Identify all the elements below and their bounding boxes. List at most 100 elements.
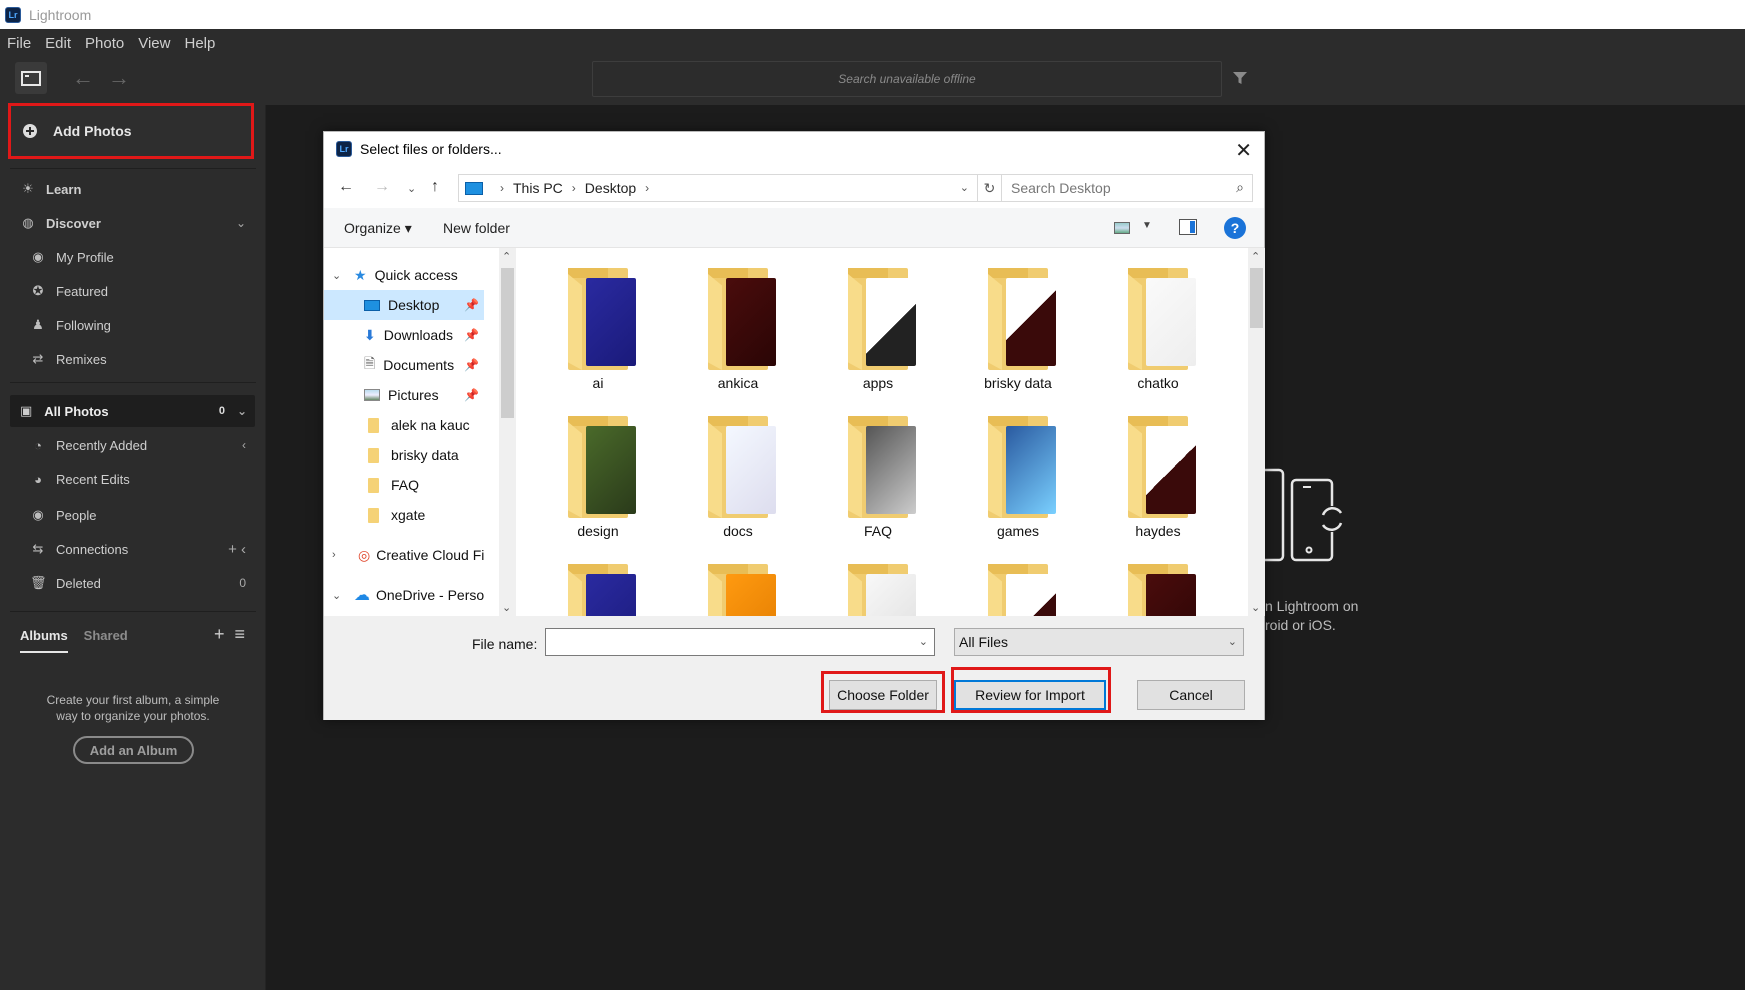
menu-file[interactable]: File (7, 35, 31, 52)
hint-line2: roid or iOS. (1265, 617, 1336, 633)
folder-content-view: ai ankica apps brisky data chatko design docs F… (516, 248, 1248, 616)
folder-item[interactable] (538, 554, 658, 616)
breadcrumb-this-pc[interactable]: This PC (513, 180, 563, 196)
file-name-input[interactable]: ⌄ (545, 628, 935, 656)
nav-creative-cloud-files[interactable]: › ◎ Creative Cloud Files (324, 540, 484, 570)
nav-documents[interactable]: 🗎 Documents 📌 (324, 350, 484, 380)
scroll-up-icon[interactable]: ⌃ (502, 250, 511, 263)
add-album-icon[interactable]: + (214, 624, 225, 644)
scrollbar-thumb[interactable] (1250, 268, 1263, 328)
sidebar-item-recent-edits[interactable]: ◕ Recent Edits (0, 465, 266, 493)
tab-albums[interactable]: Albums (20, 628, 68, 653)
menu-edit[interactable]: Edit (45, 35, 71, 52)
sidebar-item-featured[interactable]: ✪ Featured (0, 277, 266, 305)
folder-item[interactable]: FAQ (818, 406, 938, 546)
nav-desktop[interactable]: Desktop 📌 (324, 290, 484, 320)
folder-item[interactable] (818, 554, 938, 616)
preview-pane-icon[interactable] (1179, 219, 1197, 235)
person-add-icon: ♟ (32, 317, 44, 332)
sidebar-item-deleted[interactable]: 🗑 Deleted 0 (0, 569, 266, 597)
folder-item[interactable]: apps (818, 258, 938, 398)
add-connection-button[interactable]: + ‹ (228, 541, 246, 558)
scrollbar-thumb[interactable] (501, 268, 514, 418)
nav-folder-brisky-data[interactable]: brisky data (324, 440, 484, 470)
nav-quick-access[interactable]: ⌄ ★ Quick access (324, 260, 484, 290)
breadcrumb-desktop[interactable]: Desktop (585, 180, 636, 196)
forward-arrow-icon[interactable]: → (374, 178, 390, 196)
chevron-down-icon[interactable]: ⌄ (919, 635, 928, 648)
sidebar-item-connections[interactable]: ⇆ Connections + ‹ (0, 535, 266, 563)
sidebar-item-learn[interactable]: ☀ Learn (0, 175, 266, 203)
cancel-button[interactable]: Cancel (1137, 680, 1245, 710)
folder-item[interactable] (1098, 554, 1218, 616)
view-dropdown-icon[interactable]: ▼ (1142, 220, 1152, 231)
folder-icon (1128, 564, 1200, 616)
nav-folder-xgate[interactable]: xgate (324, 500, 484, 530)
menu-view[interactable]: View (138, 35, 170, 52)
chevron-down-icon[interactable]: ⌄ (960, 181, 969, 194)
folder-item[interactable]: chatko (1098, 258, 1218, 398)
folder-item[interactable] (678, 554, 798, 616)
scroll-down-icon[interactable]: ⌄ (502, 601, 511, 614)
add-photos-button[interactable]: Add Photos (8, 103, 254, 159)
folder-front (848, 422, 862, 518)
folder-item[interactable] (958, 554, 1078, 616)
folder-item[interactable]: ankica (678, 258, 798, 398)
nav-pictures[interactable]: Pictures 📌 (324, 380, 484, 410)
scroll-down-icon[interactable]: ⌄ (1251, 601, 1260, 614)
folder-item[interactable]: haydes (1098, 406, 1218, 546)
tab-shared[interactable]: Shared (84, 628, 128, 653)
search-input[interactable]: Search unavailable offline (592, 61, 1222, 97)
sidebar-item-remixes[interactable]: ⇄ Remixes (0, 345, 266, 373)
nav-folder-alek-na-kauc[interactable]: alek na kauc (324, 410, 484, 440)
panel-toggle-button[interactable] (15, 62, 47, 94)
help-button[interactable]: ? (1224, 217, 1246, 239)
add-album-button[interactable]: Add an Album (73, 736, 194, 764)
sidebar-item-following[interactable]: ♟ Following (0, 311, 266, 339)
pin-icon: 📌 (464, 388, 479, 402)
nav-downloads[interactable]: ⬇ Downloads 📌 (324, 320, 484, 350)
content-scrollbar[interactable]: ⌃ ⌄ (1248, 248, 1265, 616)
back-arrow-icon[interactable]: ← (338, 178, 354, 196)
search-desktop-input[interactable]: Search Desktop ⌕ (1001, 174, 1253, 202)
folder-item[interactable]: docs (678, 406, 798, 546)
sidebar-item-recently-added[interactable]: ◔ Recently Added ‹ (0, 431, 266, 459)
nav-pane-scrollbar[interactable]: ⌃ ⌄ (499, 248, 516, 616)
scroll-up-icon[interactable]: ⌃ (1251, 250, 1260, 263)
folder-item[interactable]: ai (538, 258, 658, 398)
sort-icon[interactable]: ≡ (234, 624, 245, 644)
sidebar-item-my-profile[interactable]: ◉ My Profile (0, 243, 266, 271)
nav-folder-faq[interactable]: FAQ (324, 470, 484, 500)
filter-icon[interactable] (1233, 71, 1247, 85)
chevron-down-icon[interactable]: ⌄ (332, 269, 341, 282)
folder-item[interactable]: design (538, 406, 658, 546)
recent-locations-icon[interactable]: ⌄ (407, 182, 416, 195)
folder-tab (1128, 416, 1168, 426)
address-bar[interactable]: › This PC › Desktop › ⌄ (458, 174, 978, 202)
menu-help[interactable]: Help (184, 35, 215, 52)
sidebar-item-people[interactable]: ◉ People (0, 501, 266, 529)
nav-onedrive[interactable]: ⌄ ☁ OneDrive - Personal (324, 580, 484, 610)
chevron-left-icon[interactable]: ‹ (242, 438, 246, 452)
menu-photo[interactable]: Photo (85, 35, 124, 52)
forward-arrow-icon[interactable]: → (108, 65, 130, 91)
folder-item[interactable]: brisky data (958, 258, 1078, 398)
up-arrow-icon[interactable]: ↑ (431, 178, 439, 196)
devices-sync-icon (1265, 468, 1345, 562)
file-type-select[interactable]: All Files ⌄ (954, 628, 1244, 656)
back-arrow-icon[interactable]: ← (72, 65, 94, 91)
chevron-down-icon[interactable]: ⌄ (237, 404, 247, 418)
chevron-down-icon[interactable]: ⌄ (236, 216, 246, 230)
sidebar-item-all-photos[interactable]: ▣ All Photos 0 ⌄ (10, 395, 255, 427)
chevron-down-icon[interactable]: ⌄ (332, 589, 341, 602)
folder-item[interactable]: games (958, 406, 1078, 546)
breadcrumb-separator[interactable]: › (645, 181, 649, 195)
close-icon[interactable]: ✕ (1235, 138, 1252, 163)
clock-icon: ◔ (34, 437, 42, 453)
new-folder-button[interactable]: New folder (443, 220, 510, 236)
refresh-icon[interactable]: ↻ (978, 174, 1002, 202)
change-view-icon[interactable] (1114, 222, 1130, 234)
organize-button[interactable]: Organize ▾ (344, 220, 412, 237)
chevron-right-icon[interactable]: › (332, 549, 336, 561)
sidebar-item-discover[interactable]: ◍ Discover ⌄ (0, 209, 266, 237)
